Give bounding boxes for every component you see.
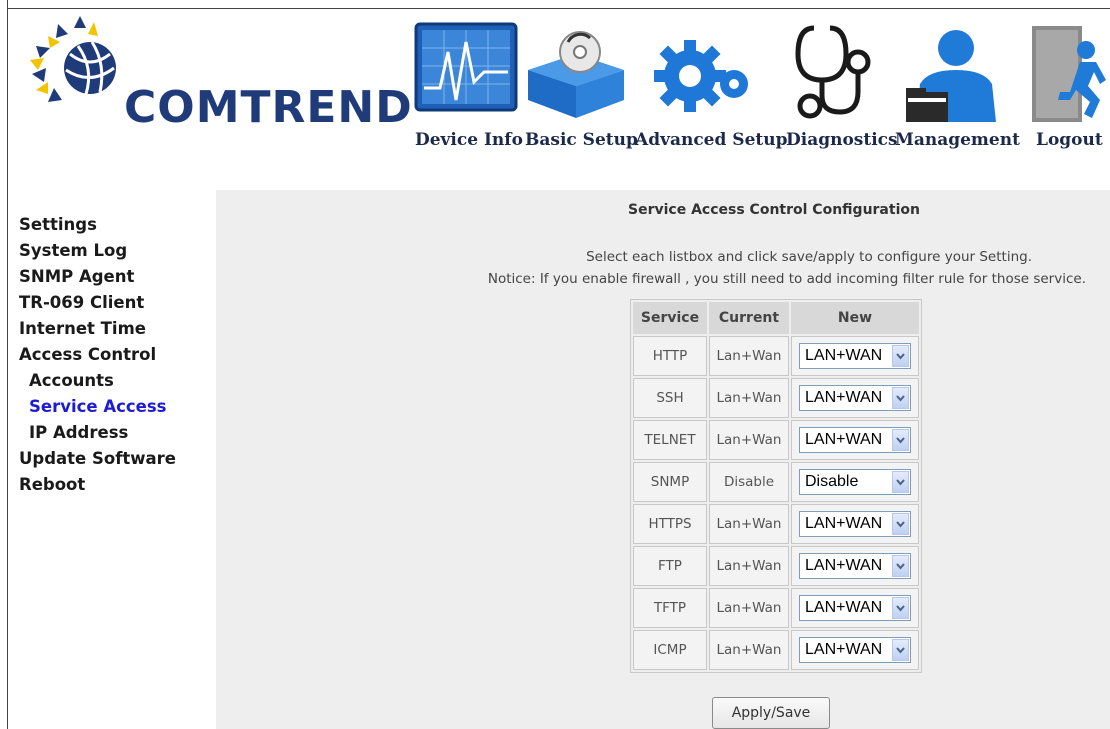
new-value-cell: LAN+WAN xyxy=(791,630,919,670)
stethoscope-icon[interactable] xyxy=(788,20,884,128)
access-select[interactable]: LAN+WAN xyxy=(799,553,911,579)
access-select-value: LAN+WAN xyxy=(805,431,883,448)
frame-border-top xyxy=(7,8,1110,9)
access-select-value: LAN+WAN xyxy=(805,347,883,364)
sidebar-item-update-software[interactable]: Update Software xyxy=(19,446,209,472)
sidebar-item-tr069-client[interactable]: TR-069 Client xyxy=(19,290,209,316)
sidebar-item-system-log[interactable]: System Log xyxy=(19,238,209,264)
new-value-cell: LAN+WAN xyxy=(791,504,919,544)
nav-basic-setup[interactable]: Basic Setup xyxy=(525,130,638,150)
gears-icon[interactable] xyxy=(648,30,758,120)
chevron-down-icon[interactable] xyxy=(892,429,909,451)
new-value-cell: LAN+WAN xyxy=(791,336,919,376)
page-title: Service Access Control Configuration xyxy=(628,202,920,218)
table-row: SNMP Disable Disable xyxy=(633,462,919,502)
top-nav: Device Info Basic Setup Advanced Setup D… xyxy=(0,14,1110,164)
nav-logout[interactable]: Logout xyxy=(1036,130,1103,150)
current-value-cell: Lan+Wan xyxy=(709,546,789,586)
table-header-row: Service Current New xyxy=(633,302,919,334)
chevron-down-icon[interactable] xyxy=(892,597,909,619)
current-value-cell: Lan+Wan xyxy=(709,336,789,376)
service-name-cell: TELNET xyxy=(633,420,707,460)
current-value-cell: Lan+Wan xyxy=(709,504,789,544)
sidebar-item-service-access[interactable]: Service Access xyxy=(19,394,209,420)
nav-advanced-setup[interactable]: Advanced Setup xyxy=(635,130,788,150)
sidebar-item-snmp-agent[interactable]: SNMP Agent xyxy=(19,264,209,290)
apply-save-button[interactable]: Apply/Save xyxy=(712,697,830,729)
chevron-down-icon[interactable] xyxy=(892,345,909,367)
access-select-value: LAN+WAN xyxy=(805,599,883,616)
sidebar-item-settings[interactable]: Settings xyxy=(19,212,209,238)
new-value-cell: Disable xyxy=(791,462,919,502)
description-line-1: Select each listbox and click save/apply… xyxy=(586,249,1032,265)
current-value-cell: Disable xyxy=(709,462,789,502)
sidebar-item-accounts[interactable]: Accounts xyxy=(19,368,209,394)
sidebar-item-access-control[interactable]: Access Control xyxy=(19,342,209,368)
chevron-down-icon[interactable] xyxy=(892,639,909,661)
chart-monitor-icon[interactable] xyxy=(414,22,518,120)
table-row: HTTP Lan+Wan LAN+WAN xyxy=(633,336,919,376)
service-name-cell: HTTP xyxy=(633,336,707,376)
service-name-cell: ICMP xyxy=(633,630,707,670)
chevron-down-icon[interactable] xyxy=(892,387,909,409)
column-header-new: New xyxy=(791,302,919,334)
table-row: TELNET Lan+Wan LAN+WAN xyxy=(633,420,919,460)
column-header-service: Service xyxy=(633,302,707,334)
sidebar-item-reboot[interactable]: Reboot xyxy=(19,472,209,498)
table-row: SSH Lan+Wan LAN+WAN xyxy=(633,378,919,418)
disc-box-icon[interactable] xyxy=(524,28,628,124)
access-select[interactable]: LAN+WAN xyxy=(799,343,911,369)
service-name-cell: HTTPS xyxy=(633,504,707,544)
current-value-cell: Lan+Wan xyxy=(709,630,789,670)
chevron-down-icon[interactable] xyxy=(892,555,909,577)
new-value-cell: LAN+WAN xyxy=(791,546,919,586)
service-access-table: Service Current New HTTP Lan+Wan LAN+WAN SS… xyxy=(630,299,922,673)
access-select[interactable]: LAN+WAN xyxy=(799,637,911,663)
column-header-current: Current xyxy=(709,302,789,334)
chevron-down-icon[interactable] xyxy=(892,471,909,493)
nav-diagnostics[interactable]: Diagnostics xyxy=(786,130,898,150)
user-folder-icon[interactable] xyxy=(898,26,1002,128)
access-select[interactable]: Disable xyxy=(799,469,911,495)
new-value-cell: LAN+WAN xyxy=(791,420,919,460)
access-select-value: LAN+WAN xyxy=(805,557,883,574)
new-value-cell: LAN+WAN xyxy=(791,588,919,628)
access-select[interactable]: LAN+WAN xyxy=(799,511,911,537)
current-value-cell: Lan+Wan xyxy=(709,588,789,628)
exit-door-icon[interactable] xyxy=(1030,22,1110,130)
service-name-cell: SSH xyxy=(633,378,707,418)
current-value-cell: Lan+Wan xyxy=(709,378,789,418)
table-row: FTP Lan+Wan LAN+WAN xyxy=(633,546,919,586)
access-select-value: LAN+WAN xyxy=(805,641,883,658)
new-value-cell: LAN+WAN xyxy=(791,378,919,418)
table-row: HTTPS Lan+Wan LAN+WAN xyxy=(633,504,919,544)
access-select[interactable]: LAN+WAN xyxy=(799,385,911,411)
access-select[interactable]: LAN+WAN xyxy=(799,595,911,621)
nav-device-info[interactable]: Device Info xyxy=(415,130,523,150)
service-name-cell: TFTP xyxy=(633,588,707,628)
nav-management[interactable]: Management xyxy=(895,130,1020,150)
table-row: ICMP Lan+Wan LAN+WAN xyxy=(633,630,919,670)
sidebar-item-ip-address[interactable]: IP Address xyxy=(19,420,209,446)
access-select-value: Disable xyxy=(805,473,859,490)
access-select[interactable]: LAN+WAN xyxy=(799,427,911,453)
sidebar-item-internet-time[interactable]: Internet Time xyxy=(19,316,209,342)
current-value-cell: Lan+Wan xyxy=(709,420,789,460)
service-name-cell: SNMP xyxy=(633,462,707,502)
table-row: TFTP Lan+Wan LAN+WAN xyxy=(633,588,919,628)
access-select-value: LAN+WAN xyxy=(805,389,883,406)
access-select-value: LAN+WAN xyxy=(805,515,883,532)
chevron-down-icon[interactable] xyxy=(892,513,909,535)
description-line-2: Notice: If you enable firewall , you sti… xyxy=(487,271,1086,287)
service-name-cell: FTP xyxy=(633,546,707,586)
sidebar: Settings System Log SNMP Agent TR-069 Cl… xyxy=(19,212,209,498)
page-description: Select each listbox and click save/apply… xyxy=(216,246,1110,290)
